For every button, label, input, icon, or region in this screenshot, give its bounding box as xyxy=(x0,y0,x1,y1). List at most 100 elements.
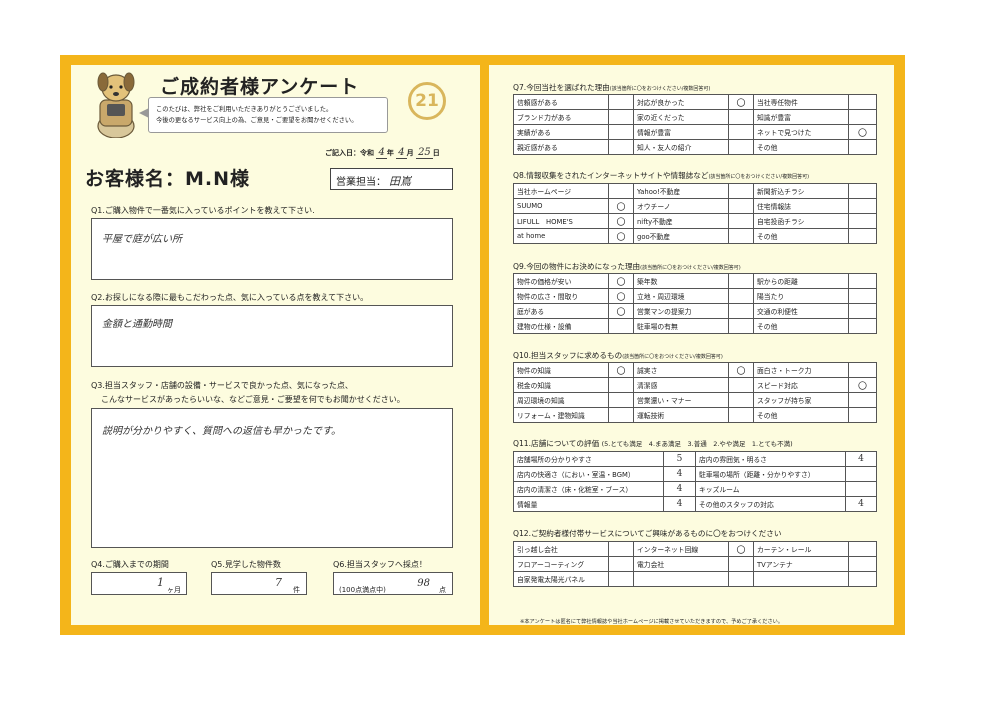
date-day-field[interactable]: 25 xyxy=(416,147,433,159)
q10-answer-cell[interactable]: 〇 xyxy=(608,362,634,378)
q7-answer-cell[interactable] xyxy=(608,109,634,125)
q12-option-label: TVアンテナ xyxy=(753,556,849,572)
q2-answer: 金額と通勤時間 xyxy=(102,319,172,330)
q11-answer-cell[interactable]: 4 xyxy=(663,481,696,497)
q7-table: 信頼感がある 対応が良かった〇当社専任物件 ブランド力がある 家の近くだった 知識が豊富… xyxy=(513,94,877,155)
q7-answer-cell[interactable] xyxy=(848,139,877,155)
q9-answer-cell[interactable] xyxy=(728,273,754,289)
q10-answer-cell[interactable] xyxy=(728,392,754,408)
q9-answer-cell[interactable] xyxy=(848,318,877,334)
q10-answer-cell[interactable]: 〇 xyxy=(728,362,754,378)
q10-answer-cell[interactable] xyxy=(848,392,877,408)
q9-answer-cell[interactable]: 〇 xyxy=(608,303,634,319)
q9-answer-cell[interactable] xyxy=(848,303,877,319)
q7-answer-cell[interactable] xyxy=(848,109,877,125)
q11-answer-cell[interactable]: 4 xyxy=(663,496,696,512)
q12-answer-cell[interactable] xyxy=(848,541,877,557)
greeting-line-2: 今後の更なるサービス向上の為、ご意見・ご要望をお聞かせください。 xyxy=(156,117,358,124)
q11-answer-cell[interactable] xyxy=(845,481,877,497)
q10-answer-cell[interactable] xyxy=(848,362,877,378)
q11-answer-cell[interactable] xyxy=(845,466,877,482)
q12-answer-cell[interactable] xyxy=(608,541,634,557)
q8-answer-cell[interactable] xyxy=(608,183,634,199)
q10-answer-cell[interactable] xyxy=(608,377,634,393)
q4-answer-box[interactable]: 1 ヶ月 xyxy=(91,572,187,595)
q8-answer-cell[interactable] xyxy=(848,183,877,199)
q5-answer-box[interactable]: 7 件 xyxy=(211,572,307,595)
q7-answer-cell[interactable] xyxy=(728,139,754,155)
q9-row: 建物の仕様・設備 駐車場の有無 その他 xyxy=(513,318,877,334)
q1-question: Q1.ご購入物件で一番気に入っているポイントを教えて下さい. xyxy=(91,206,315,215)
q11-option-label: その他のスタッフの対応 xyxy=(695,496,846,512)
q8-option-label: nifty不動産 xyxy=(633,213,729,229)
q8-answer-cell[interactable] xyxy=(848,228,877,244)
staff-field[interactable]: 営業担当： 田嶌 xyxy=(330,168,453,190)
q10-answer-cell[interactable] xyxy=(728,407,754,423)
q8-answer-cell[interactable] xyxy=(848,198,877,214)
q9-row: 物件の広さ・間取り〇立地・周辺環境 陽当たり xyxy=(513,288,877,304)
q8-answer-cell[interactable] xyxy=(728,213,754,229)
q5-unit: 件 xyxy=(293,586,300,594)
q10-answer-cell[interactable] xyxy=(728,377,754,393)
date-month-field[interactable]: 4 xyxy=(396,147,407,159)
q9-answer-cell[interactable] xyxy=(728,288,754,304)
q9-answer-cell[interactable] xyxy=(728,303,754,319)
q11-answer-cell[interactable]: 4 xyxy=(845,496,877,512)
q11-answer-cell[interactable]: 4 xyxy=(663,466,696,482)
q7-answer-cell[interactable] xyxy=(848,94,877,110)
q8-answer-cell[interactable] xyxy=(728,228,754,244)
q10-answer-cell[interactable] xyxy=(848,407,877,423)
q10-title: Q10.担当スタッフに求めるもの(該当箇所に〇をおつけください/複数回答可) xyxy=(513,351,723,360)
q12-option-label: フロアーコーティング xyxy=(513,556,609,572)
q8-option-label: オウチーノ xyxy=(633,198,729,214)
q9-answer-cell[interactable]: 〇 xyxy=(608,273,634,289)
q12-answer-cell[interactable]: 〇 xyxy=(728,541,754,557)
q10-answer-cell[interactable] xyxy=(608,407,634,423)
q12-answer-cell[interactable] xyxy=(848,556,877,572)
q12-row: フロアーコーティング 電力会社 TVアンテナ xyxy=(513,556,877,572)
q10-answer-cell[interactable] xyxy=(608,392,634,408)
q9-answer-cell[interactable] xyxy=(728,318,754,334)
date-year-field[interactable]: 4 xyxy=(376,147,387,159)
q8-answer-cell[interactable]: 〇 xyxy=(608,228,634,244)
q11-table: 店舗場所の分かりやすさ 5 店内の雰囲気・明るさ 4 店内の快適さ（におい・室温・BGM… xyxy=(513,451,877,512)
q6-answer-box[interactable]: (100点満点中) 98 点 xyxy=(333,572,453,595)
q8-answer-cell[interactable]: 〇 xyxy=(608,213,634,229)
q12-option-label xyxy=(753,571,849,587)
q10-answer-cell[interactable]: 〇 xyxy=(848,377,877,393)
q8-option-label: SUUMO xyxy=(513,198,609,214)
q11-answer-cell[interactable]: 4 xyxy=(845,451,877,467)
q7-answer-cell[interactable] xyxy=(728,109,754,125)
q7-answer-cell[interactable] xyxy=(608,94,634,110)
q7-option-label: 当社専任物件 xyxy=(753,94,849,110)
q12-option-label: カーテン・レール xyxy=(753,541,849,557)
q7-answer-cell[interactable] xyxy=(728,124,754,140)
q8-option-label: LIFULL HOME'S xyxy=(513,213,609,229)
q7-answer-cell[interactable]: 〇 xyxy=(728,94,754,110)
q1-answer-box[interactable]: 平屋で庭が広い所 xyxy=(91,218,453,280)
q12-answer-cell[interactable] xyxy=(728,571,754,587)
q9-answer-cell[interactable] xyxy=(848,273,877,289)
customer-name: お客様名：M.N様 xyxy=(85,168,251,190)
q12-answer-cell[interactable] xyxy=(608,556,634,572)
q3-answer-box[interactable]: 説明が分かりやすく、質問への返信も早かったです。 xyxy=(91,408,453,548)
q12-answer-cell[interactable] xyxy=(728,556,754,572)
q11-answer-cell[interactable]: 5 xyxy=(663,451,696,467)
q3-question-line-2: こんなサービスがあったらいいな、などご意見・ご要望を何でもお聞かせください。 xyxy=(101,395,405,404)
q7-answer-cell[interactable] xyxy=(608,124,634,140)
q8-answer-cell[interactable]: 〇 xyxy=(608,198,634,214)
q12-option-label: 自家発電太陽光パネル xyxy=(513,571,609,587)
q7-option-label: 対応が良かった xyxy=(633,94,729,110)
q12-answer-cell[interactable] xyxy=(848,571,877,587)
q8-answer-cell[interactable] xyxy=(848,213,877,229)
q7-answer-cell[interactable] xyxy=(608,139,634,155)
q8-answer-cell[interactable] xyxy=(728,198,754,214)
q2-answer-box[interactable]: 金額と通勤時間 xyxy=(91,305,453,367)
q12-answer-cell[interactable] xyxy=(608,571,634,587)
q9-answer-cell[interactable] xyxy=(608,318,634,334)
q9-answer-cell[interactable] xyxy=(848,288,877,304)
q8-answer-cell[interactable] xyxy=(728,183,754,199)
q7-answer-cell[interactable]: 〇 xyxy=(848,124,877,140)
q9-answer-cell[interactable]: 〇 xyxy=(608,288,634,304)
q7-option-label: 知識が豊富 xyxy=(753,109,849,125)
